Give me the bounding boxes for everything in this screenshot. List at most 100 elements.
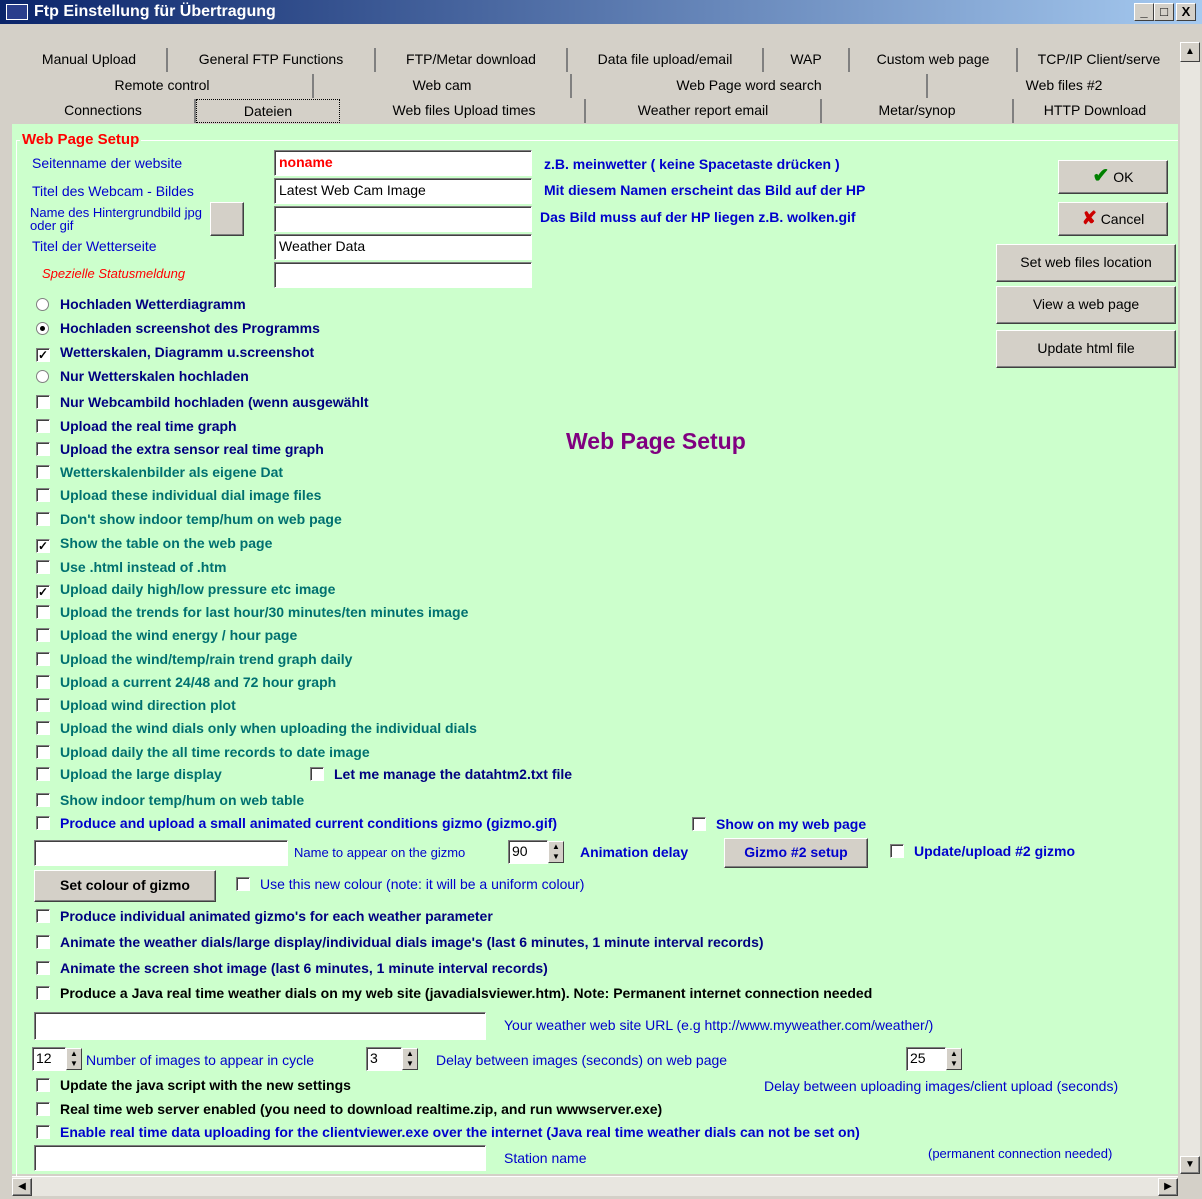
option-realtime-server[interactable]: Real time web server enabled (you need t… <box>36 1101 662 1121</box>
checkbox[interactable] <box>36 767 50 781</box>
tab-wap[interactable]: WAP <box>764 48 850 72</box>
checkbox[interactable] <box>36 395 50 409</box>
tab-web-files-2[interactable]: Web files #2 <box>928 74 1200 98</box>
checkbox[interactable] <box>36 419 50 433</box>
option-item[interactable]: Use .html instead of .htm <box>36 559 226 579</box>
option-item[interactable]: Show indoor temp/hum on web table <box>36 792 304 812</box>
upload-delay-spinner[interactable]: ▲ ▼ <box>946 1048 962 1070</box>
option-item[interactable]: ✓ Upload daily high/low pressure etc imag… <box>36 581 335 601</box>
checkbox[interactable]: ✓ <box>36 348 50 362</box>
radio-button[interactable] <box>36 370 49 383</box>
option-animated-gizmos[interactable]: Produce individual animated gizmo's for … <box>36 908 493 928</box>
option-item[interactable]: Upload the large display <box>36 766 222 786</box>
tab-connections[interactable]: Connections <box>12 99 196 123</box>
option-item[interactable]: Upload the trends for last hour/30 minut… <box>36 604 468 624</box>
tab-tcpip[interactable]: TCP/IP Client/serve <box>1018 48 1180 72</box>
option-animate-dials[interactable]: Animate the weather dials/large display/… <box>36 934 764 954</box>
checkbox[interactable] <box>36 512 50 526</box>
minimize-button[interactable]: _ <box>1134 3 1154 21</box>
option-item[interactable]: Hochladen screenshot des Programms <box>36 320 320 340</box>
option-item[interactable]: Upload the extra sensor real time graph <box>36 441 324 461</box>
tab-manual-upload[interactable]: Manual Upload <box>12 48 168 72</box>
checkbox[interactable] <box>36 698 50 712</box>
checkbox[interactable] <box>36 816 50 830</box>
option-item[interactable]: Upload daily the all time records to dat… <box>36 744 370 764</box>
gizmo-name-input[interactable] <box>34 840 288 866</box>
option-item[interactable]: Upload the wind/temp/rain trend graph da… <box>36 651 352 671</box>
horizontal-scrollbar[interactable]: ◀ ▶ <box>12 1176 1178 1196</box>
option-item[interactable]: Upload a current 24/48 and 72 hour graph <box>36 674 336 694</box>
close-button[interactable]: X <box>1176 3 1196 21</box>
checkbox[interactable] <box>36 605 50 619</box>
update-gizmo-2-checkbox[interactable] <box>890 844 904 858</box>
maximize-button[interactable]: □ <box>1154 3 1174 21</box>
animation-delay-spin[interactable]: 90 <box>508 840 548 864</box>
option-item[interactable]: Upload the wind dials only when uploadin… <box>36 720 477 740</box>
use-colour-checkbox[interactable] <box>236 877 250 891</box>
set-gizmo-colour-button[interactable]: Set colour of gizmo <box>34 870 216 902</box>
tab-scroll-up-button[interactable]: ▲ <box>1180 42 1200 62</box>
tab-custom-web-page[interactable]: Custom web page <box>850 48 1018 72</box>
checkbox[interactable] <box>36 909 50 923</box>
option-update-java[interactable]: Update the java script with the new sett… <box>36 1077 351 1097</box>
radio-button[interactable] <box>36 322 49 335</box>
checkbox[interactable] <box>36 1125 50 1139</box>
checkbox[interactable] <box>36 652 50 666</box>
checkbox[interactable] <box>36 442 50 456</box>
option-item[interactable]: Upload the real time graph <box>36 418 237 438</box>
use-colour-option[interactable]: Use this new colour (note: it will be a … <box>236 876 584 896</box>
checkbox[interactable] <box>36 745 50 759</box>
option-item[interactable]: Don't show indoor temp/hum on web page <box>36 511 342 531</box>
update-html-file-button[interactable]: Update html file <box>996 330 1176 368</box>
animation-delay-spinner[interactable]: ▲ ▼ <box>548 841 564 863</box>
tab-general-ftp[interactable]: General FTP Functions <box>168 48 376 72</box>
image-delay-spin[interactable]: 3 <box>366 1047 402 1071</box>
checkbox[interactable]: ✓ <box>36 585 50 599</box>
tab-web-page-word-search[interactable]: Web Page word search <box>572 74 928 98</box>
radio-button[interactable] <box>36 298 49 311</box>
site-name-input[interactable]: noname <box>274 150 532 176</box>
station-name-input[interactable] <box>34 1145 486 1171</box>
images-cycle-spinner[interactable]: ▲ ▼ <box>66 1048 82 1070</box>
option-item[interactable]: Nur Wetterskalen hochladen <box>36 368 249 388</box>
scroll-down-icon[interactable]: ▼ <box>1180 1156 1200 1174</box>
manage-datahtm-option[interactable]: Let me manage the datahtm2.txt file <box>310 766 572 786</box>
option-item[interactable]: Produce and upload a small animated curr… <box>36 815 557 835</box>
tab-data-file-upload[interactable]: Data file upload/email <box>568 48 764 72</box>
status-input[interactable] <box>274 262 532 288</box>
checkbox[interactable] <box>36 986 50 1000</box>
bg-image-input[interactable] <box>274 206 532 232</box>
tab-metar-synop[interactable]: Metar/synop <box>822 99 1014 123</box>
image-delay-spinner[interactable]: ▲ ▼ <box>402 1048 418 1070</box>
scroll-left-icon[interactable]: ◀ <box>12 1178 32 1196</box>
option-item[interactable]: Wetterskalenbilder als eigene Dat <box>36 464 283 484</box>
website-url-input[interactable] <box>34 1012 486 1040</box>
upload-delay-spin[interactable]: 25 <box>906 1047 946 1071</box>
checkbox[interactable] <box>36 488 50 502</box>
option-item[interactable]: ✓ Wetterskalen, Diagramm u.screenshot <box>36 344 314 364</box>
checkbox[interactable] <box>36 560 50 574</box>
checkbox[interactable] <box>36 675 50 689</box>
ok-button[interactable]: ✔ OK <box>1058 160 1168 194</box>
set-web-files-location-button[interactable]: Set web files location <box>996 244 1176 282</box>
option-animate-screenshot[interactable]: Animate the screen shot image (last 6 mi… <box>36 960 548 980</box>
option-item[interactable]: ✓ Show the table on the web page <box>36 535 272 555</box>
update-gizmo-2-option[interactable]: Update/upload #2 gizmo <box>890 843 1075 863</box>
option-item[interactable]: Upload wind direction plot <box>36 697 236 717</box>
tab-dateien[interactable]: Dateien <box>196 99 340 123</box>
tab-http-download[interactable]: HTTP Download <box>1014 99 1176 123</box>
show-on-page-option[interactable]: Show on my web page <box>692 816 866 836</box>
option-item[interactable]: Hochladen Wetterdiagramm <box>36 296 246 316</box>
gizmo-2-setup-button[interactable]: Gizmo #2 setup <box>724 838 868 868</box>
tab-ftp-metar[interactable]: FTP/Metar download <box>376 48 568 72</box>
show-on-page-checkbox[interactable] <box>692 817 706 831</box>
checkbox[interactable] <box>36 465 50 479</box>
checkbox[interactable] <box>36 1078 50 1092</box>
option-item[interactable]: Upload the wind energy / hour page <box>36 627 297 647</box>
cancel-button[interactable]: ✘ Cancel <box>1058 202 1168 236</box>
checkbox[interactable] <box>36 961 50 975</box>
checkbox[interactable]: ✓ <box>36 539 50 553</box>
manage-datahtm-checkbox[interactable] <box>310 767 324 781</box>
checkbox[interactable] <box>36 935 50 949</box>
option-item[interactable]: Nur Webcambild hochladen (wenn ausgewähl… <box>36 394 369 414</box>
